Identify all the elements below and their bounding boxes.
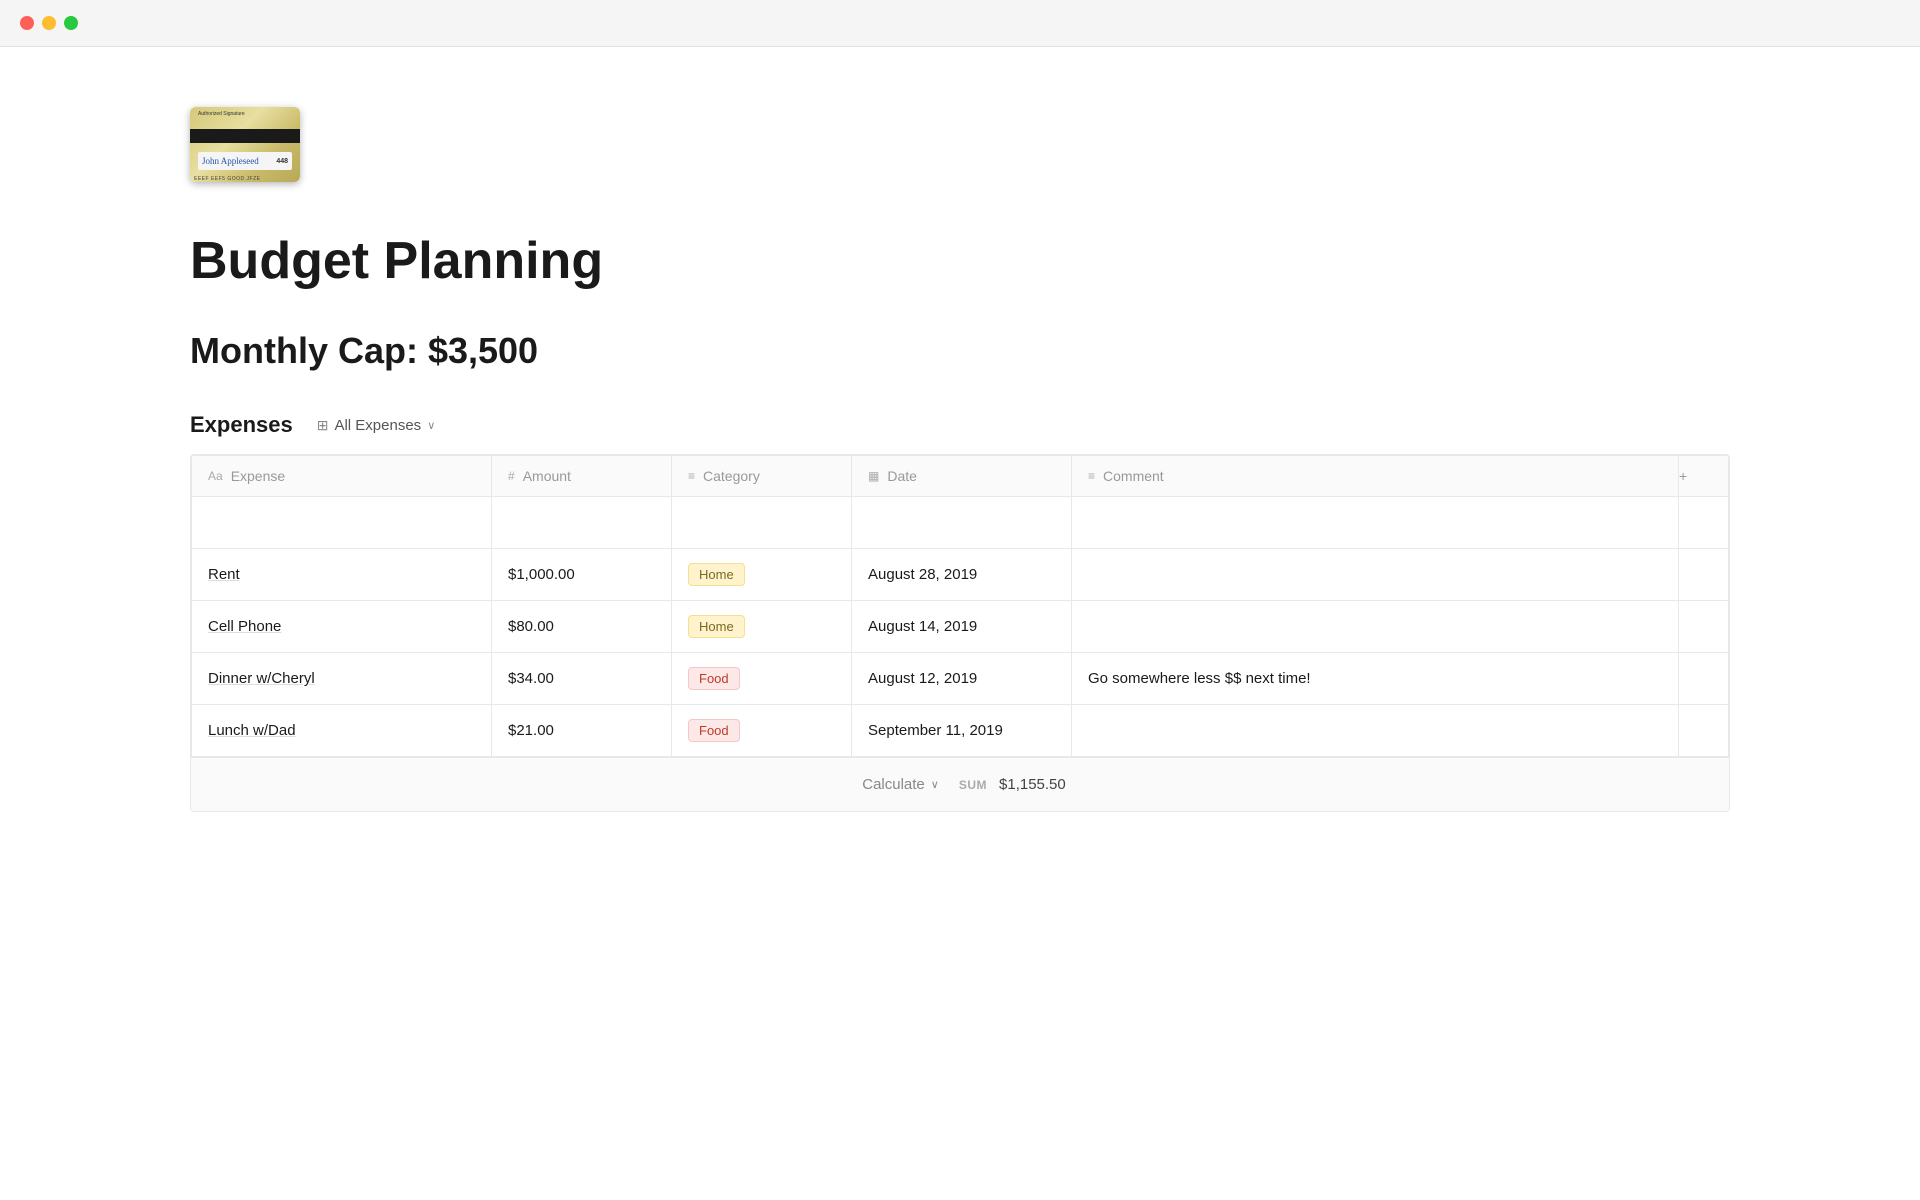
expense-name-cell[interactable]: Cell Phone bbox=[192, 601, 492, 653]
expense-comment-cell bbox=[1072, 601, 1679, 653]
card-auth-text: Authorized Signature bbox=[198, 111, 245, 117]
category-tag: Home bbox=[688, 563, 745, 586]
number-icon: # bbox=[508, 469, 515, 483]
expense-category-cell[interactable]: Food bbox=[672, 653, 852, 705]
table-row[interactable] bbox=[192, 497, 1729, 549]
col-header-comment: ≡ Comment bbox=[1072, 456, 1679, 497]
table-header-row: Aa Expense # Amount ≡ Category bbox=[192, 456, 1729, 497]
text-icon: Aa bbox=[208, 469, 223, 483]
expenses-header: Expenses ⊞ All Expenses ∨ bbox=[190, 412, 1730, 438]
card-cvv: 448 bbox=[276, 158, 288, 165]
expense-amount-cell: $21.00 bbox=[492, 705, 672, 757]
card-signature-area: John Appleseed 448 bbox=[198, 152, 292, 170]
card-number: EEEF EEF5 GOOD JFZE bbox=[194, 176, 296, 182]
empty-date-cell bbox=[852, 497, 1072, 549]
expense-table: Aa Expense # Amount ≡ Category bbox=[191, 455, 1729, 757]
comment-list-icon: ≡ bbox=[1088, 469, 1095, 483]
sum-label: SUM bbox=[959, 778, 987, 792]
credit-card-image: Authorized Signature John Appleseed 448 … bbox=[190, 107, 300, 185]
card-name: John Appleseed bbox=[202, 156, 276, 166]
empty-expense-cell bbox=[192, 497, 492, 549]
table-row[interactable]: Dinner w/Cheryl $34.00 Food August 12, 2… bbox=[192, 653, 1729, 705]
row-add-cell bbox=[1679, 601, 1729, 653]
col-category-label: Category bbox=[703, 468, 760, 484]
page-title: Budget Planning bbox=[190, 233, 1730, 290]
sum-value: $1,155.50 bbox=[999, 776, 1066, 793]
expense-amount-cell: $34.00 bbox=[492, 653, 672, 705]
window-titlebar bbox=[0, 0, 1920, 47]
table-row[interactable]: Cell Phone $80.00 Home August 14, 2019 bbox=[192, 601, 1729, 653]
table-row[interactable]: Lunch w/Dad $21.00 Food September 11, 20… bbox=[192, 705, 1729, 757]
close-button[interactable] bbox=[20, 16, 34, 30]
expense-date-cell: August 28, 2019 bbox=[852, 549, 1072, 601]
expense-amount-cell: $1,000.00 bbox=[492, 549, 672, 601]
expense-category-cell[interactable]: Home bbox=[672, 549, 852, 601]
col-comment-label: Comment bbox=[1103, 468, 1164, 484]
table-footer: Calculate ∨ SUM $1,155.50 bbox=[191, 757, 1729, 811]
expense-amount-cell: $80.00 bbox=[492, 601, 672, 653]
table-row[interactable]: Rent $1,000.00 Home August 28, 2019 bbox=[192, 549, 1729, 601]
expense-date-cell: September 11, 2019 bbox=[852, 705, 1072, 757]
col-header-category: ≡ Category bbox=[672, 456, 852, 497]
filter-button[interactable]: ⊞ All Expenses ∨ bbox=[309, 413, 444, 438]
empty-category-cell bbox=[672, 497, 852, 549]
row-add-cell bbox=[1679, 549, 1729, 601]
minimize-button[interactable] bbox=[42, 16, 56, 30]
row-add-cell bbox=[1679, 705, 1729, 757]
row-add-cell bbox=[1679, 653, 1729, 705]
monthly-cap: Monthly Cap: $3,500 bbox=[190, 330, 1730, 372]
col-expense-label: Expense bbox=[231, 468, 285, 484]
calculate-chevron-icon: ∨ bbox=[931, 778, 939, 791]
col-header-date: ▦ Date bbox=[852, 456, 1072, 497]
category-tag: Food bbox=[688, 667, 740, 690]
add-column-button[interactable]: + bbox=[1679, 456, 1729, 497]
category-tag: Food bbox=[688, 719, 740, 742]
calculate-label: Calculate bbox=[862, 776, 925, 793]
col-header-expense: Aa Expense bbox=[192, 456, 492, 497]
expense-date-cell: August 14, 2019 bbox=[852, 601, 1072, 653]
calendar-icon: ▦ bbox=[868, 469, 879, 483]
expense-comment-cell bbox=[1072, 549, 1679, 601]
expenses-label: Expenses bbox=[190, 412, 293, 438]
col-date-label: Date bbox=[887, 468, 917, 484]
expense-name-cell[interactable]: Rent bbox=[192, 549, 492, 601]
list-icon: ≡ bbox=[688, 469, 695, 483]
credit-card-visual: Authorized Signature John Appleseed 448 … bbox=[190, 107, 300, 182]
empty-comment-cell bbox=[1072, 497, 1679, 549]
expense-category-cell[interactable]: Food bbox=[672, 705, 852, 757]
chevron-down-icon: ∨ bbox=[427, 419, 435, 432]
calculate-button[interactable]: Calculate ∨ bbox=[854, 772, 947, 797]
expense-category-cell[interactable]: Home bbox=[672, 601, 852, 653]
maximize-button[interactable] bbox=[64, 16, 78, 30]
filter-label: All Expenses bbox=[334, 417, 421, 434]
table-icon: ⊞ bbox=[317, 417, 329, 434]
expense-date-cell: August 12, 2019 bbox=[852, 653, 1072, 705]
expense-table-wrapper: Aa Expense # Amount ≡ Category bbox=[190, 454, 1730, 812]
col-amount-label: Amount bbox=[523, 468, 571, 484]
col-header-amount: # Amount bbox=[492, 456, 672, 497]
expense-name-cell[interactable]: Dinner w/Cheryl bbox=[192, 653, 492, 705]
empty-add-cell bbox=[1679, 497, 1729, 549]
main-content: Authorized Signature John Appleseed 448 … bbox=[0, 47, 1920, 912]
expense-name-cell[interactable]: Lunch w/Dad bbox=[192, 705, 492, 757]
empty-amount-cell bbox=[492, 497, 672, 549]
expense-comment-cell bbox=[1072, 705, 1679, 757]
expense-comment-cell: Go somewhere less $$ next time! bbox=[1072, 653, 1679, 705]
category-tag: Home bbox=[688, 615, 745, 638]
